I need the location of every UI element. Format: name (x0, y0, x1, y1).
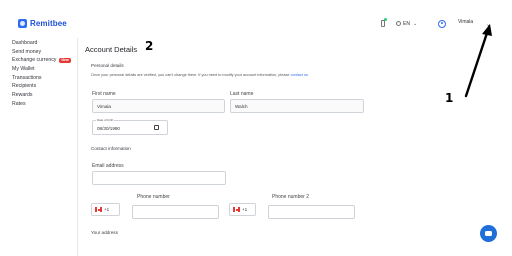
chat-button[interactable] (480, 225, 497, 242)
arrow-head (482, 24, 492, 36)
arrow-shaft (464, 31, 489, 98)
annotation-arrow (464, 24, 492, 98)
app-window: Remitbee EN ⌄ Vimala ⌄ Dashboard Send mo… (0, 0, 512, 256)
chat-icon (485, 231, 492, 236)
